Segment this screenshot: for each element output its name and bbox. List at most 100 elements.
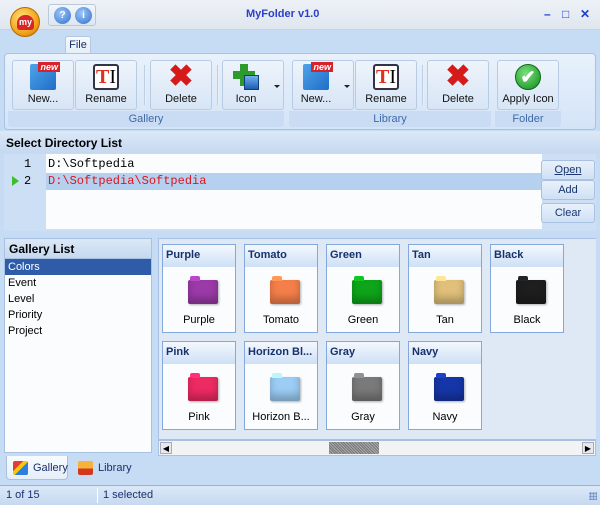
folder-icon [352, 377, 382, 401]
selection-highlight [216, 173, 542, 190]
maximize-button[interactable]: □ [562, 7, 569, 21]
tab-gallery[interactable]: Gallery [6, 456, 68, 480]
open-button[interactable]: Open [541, 160, 595, 180]
gallery-group: new New... TI Rename ✖ Delete Icon Galle… [8, 57, 284, 129]
heart-icon: my [17, 15, 34, 30]
folder-icon [434, 280, 464, 304]
gallery-card[interactable]: Black Black [490, 244, 564, 333]
scroll-thumb[interactable] [329, 442, 379, 454]
directory-list[interactable]: D:\Softpedia D:\Softpedia\Softpedia [46, 154, 542, 229]
gallery-rename-button[interactable]: TI Rename [75, 60, 137, 110]
open-button-label: Open [554, 164, 582, 176]
card-title: Tomato [245, 245, 317, 267]
card-name: Tomato [262, 314, 300, 326]
library-new-button[interactable]: new New... [292, 60, 354, 110]
add-button[interactable]: Add [541, 180, 595, 200]
gallery-new-button[interactable]: new New... [12, 60, 74, 110]
scroll-right-icon[interactable]: ▶ [582, 442, 594, 454]
gallery-card[interactable]: Pink Pink [162, 341, 236, 430]
gallery-list-item-colors[interactable]: Colors [5, 259, 151, 275]
info-icon[interactable]: i [75, 7, 92, 24]
card-title: Pink [163, 342, 235, 364]
new-icon: new [30, 62, 60, 90]
library-delete-button[interactable]: ✖ Delete [427, 60, 489, 110]
apply-icon-button[interactable]: ✔ Apply Icon [497, 60, 559, 110]
quick-access-toolbar: ? i [48, 4, 96, 26]
card-name: Green [347, 314, 379, 326]
card-name: Black [513, 314, 541, 326]
title-bar: ? i MyFolder v1.0 – □ ✕ [0, 0, 600, 30]
card-name: Horizon B... [252, 411, 310, 423]
clear-button[interactable]: Clear [541, 203, 595, 223]
resize-grip-icon[interactable] [589, 492, 597, 500]
card-name: Navy [432, 411, 458, 423]
card-title: Horizon Bl... [245, 342, 317, 364]
gallery-delete-button[interactable]: ✖ Delete [150, 60, 212, 110]
card-title: Black [491, 245, 563, 267]
directory-entry-selected[interactable]: D:\Softpedia\Softpedia [46, 173, 216, 190]
current-line-arrow-icon [12, 176, 19, 186]
card-title: Navy [409, 342, 481, 364]
chevron-down-icon[interactable] [274, 85, 280, 88]
tab-library-label: Library [98, 462, 132, 474]
library-icon [78, 461, 93, 475]
card-title: Tan [409, 245, 481, 267]
folder-icon [516, 280, 546, 304]
gallery-list-header: Gallery List [4, 238, 152, 258]
directory-entry[interactable]: D:\Softpedia [46, 156, 542, 173]
app-logo[interactable]: my [10, 7, 40, 37]
card-name: Gray [351, 411, 375, 423]
library-rename-button[interactable]: TI Rename [355, 60, 417, 110]
library-group: new New... TI Rename ✖ Delete Library [289, 57, 491, 129]
card-title: Purple [163, 245, 235, 267]
gallery-card[interactable]: Tan Tan [408, 244, 482, 333]
folder-icon [270, 280, 300, 304]
line-gutter: 1 2 [4, 154, 44, 229]
scroll-left-icon[interactable]: ◀ [160, 442, 172, 454]
add-icon-icon [233, 64, 259, 90]
gallery-list-item-level[interactable]: Level [5, 291, 151, 307]
separator [422, 65, 424, 105]
gallery-list-item-event[interactable]: Event [5, 275, 151, 291]
status-selection: 1 selected [103, 489, 154, 501]
gallery-icon-button[interactable]: Icon [222, 60, 284, 110]
horizontal-scrollbar[interactable]: ◀ ▶ [158, 440, 596, 456]
gallery-card[interactable]: Tomato Tomato [244, 244, 318, 333]
separator [144, 65, 146, 105]
card-name: Tan [436, 314, 454, 326]
separator [217, 65, 219, 105]
tab-gallery-label: Gallery [33, 462, 68, 474]
folder-icon [270, 377, 300, 401]
help-icon[interactable]: ? [54, 7, 71, 24]
apply-icon-icon: ✔ [515, 64, 541, 90]
card-title: Gray [327, 342, 399, 364]
gallery-card[interactable]: Horizon Bl... Horizon B... [244, 341, 318, 430]
tab-library[interactable]: Library [72, 456, 142, 480]
minimize-button[interactable]: – [544, 7, 551, 21]
line-number: 2 [24, 174, 32, 188]
delete-icon: ✖ [168, 60, 194, 93]
folder-icon [188, 280, 218, 304]
gallery-card[interactable]: Gray Gray [326, 341, 400, 430]
status-bar: 1 of 15 1 selected [0, 485, 600, 505]
bottom-tab-bar: Gallery Library [0, 456, 600, 482]
line-number: 1 [24, 157, 32, 171]
folder-group: ✔ Apply Icon Folder [495, 57, 561, 129]
chevron-down-icon[interactable] [344, 85, 350, 88]
gallery-list: Colors Event Level Priority Project [4, 258, 152, 453]
gallery-list-item-priority[interactable]: Priority [5, 307, 151, 323]
gallery-icon [13, 461, 28, 475]
gallery-card[interactable]: Green Green [326, 244, 400, 333]
gallery-card[interactable]: Purple Purple [162, 244, 236, 333]
window-title: MyFolder v1.0 [246, 8, 320, 20]
gallery-grid: Purple Purple Tomato Tomato Green Green Tan Tan… [158, 238, 596, 440]
card-name: Pink [188, 411, 210, 423]
close-button[interactable]: ✕ [580, 7, 590, 21]
file-menu-tab[interactable]: File [65, 36, 91, 54]
gallery-list-item-project[interactable]: Project [5, 323, 151, 339]
rename-icon: TI [93, 64, 119, 90]
status-divider [97, 488, 98, 503]
rename-icon: TI [373, 64, 399, 90]
gallery-card[interactable]: Navy Navy [408, 341, 482, 430]
status-position: 1 of 15 [6, 489, 40, 501]
